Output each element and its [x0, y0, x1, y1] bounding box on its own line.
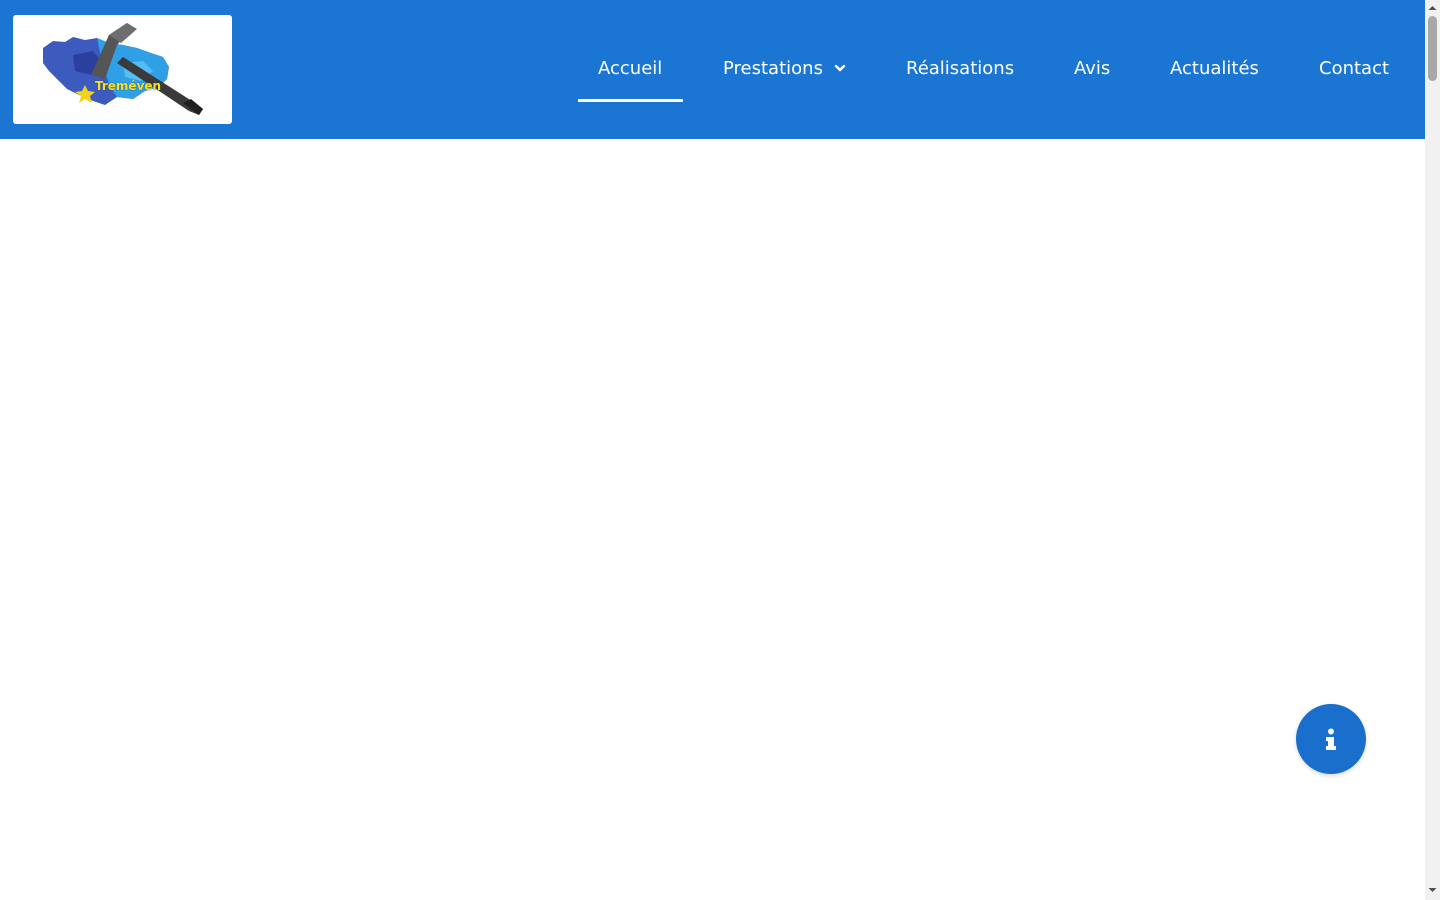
main-content [0, 139, 1425, 900]
info-button[interactable] [1296, 704, 1366, 774]
nav-item-prestations[interactable]: Prestations [723, 50, 847, 86]
nav-item-label: Avis [1074, 57, 1111, 79]
nav-item-actualites[interactable]: Actualités [1170, 50, 1259, 86]
nav-item-realisations[interactable]: Réalisations [906, 50, 1014, 86]
nav-item-accueil[interactable]: Accueil [598, 50, 662, 86]
vertical-scrollbar[interactable] [1425, 0, 1440, 900]
nav-item-label: Réalisations [906, 57, 1015, 79]
nav-item-label: Accueil [598, 57, 663, 79]
main-navigation: Accueil Prestations Réalisations Avis Ac… [0, 0, 1425, 139]
chevron-down-icon [834, 64, 846, 72]
nav-item-contact[interactable]: Contact [1319, 50, 1389, 86]
nav-item-label: Actualités [1170, 57, 1259, 79]
active-nav-indicator [578, 99, 683, 102]
site-header: Treméven Accueil Prestations Réalisation… [0, 0, 1425, 139]
info-icon [1326, 728, 1336, 750]
nav-item-label: Prestations [723, 57, 823, 79]
nav-item-label: Contact [1319, 57, 1390, 79]
page-viewport: Treméven Accueil Prestations Réalisation… [0, 0, 1425, 900]
scroll-down-arrow-icon[interactable] [1425, 884, 1440, 896]
scroll-up-arrow-icon[interactable] [1425, 2, 1440, 14]
nav-item-avis[interactable]: Avis [1074, 50, 1110, 86]
scrollbar-thumb[interactable] [1428, 16, 1437, 81]
